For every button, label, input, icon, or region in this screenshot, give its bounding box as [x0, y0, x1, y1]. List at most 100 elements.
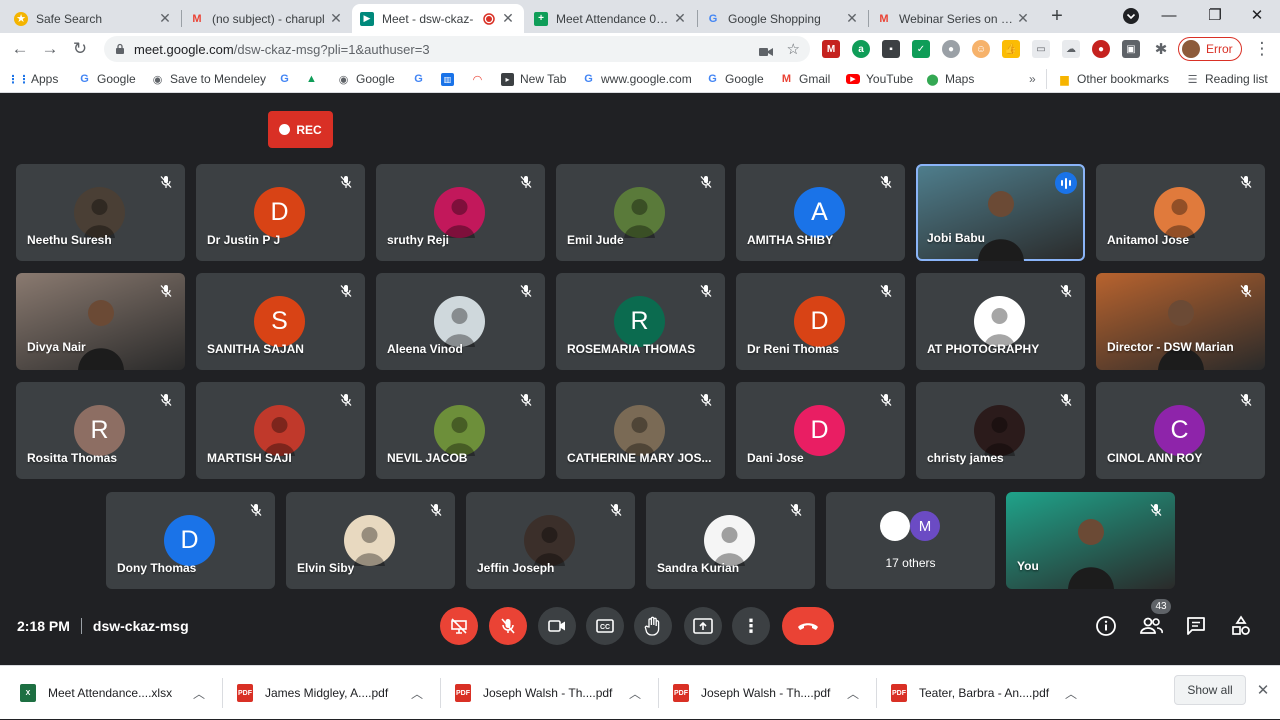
menu-button[interactable]: ⋮ — [1250, 37, 1274, 61]
participant-tile[interactable]: Jeffin Joseph — [466, 492, 635, 589]
bookmark-building[interactable]: ▥ — [441, 71, 460, 87]
more-bookmarks-button[interactable]: » — [1029, 71, 1036, 87]
window-extension-icon[interactable]: ▭ — [1032, 40, 1050, 58]
participant-tile[interactable]: You — [1006, 492, 1175, 589]
chevron-up-icon[interactable]: ︿ — [193, 685, 205, 702]
reading-list-button[interactable]: ☰ Reading list — [1186, 71, 1268, 87]
participant-tile[interactable]: R ROSEMARIA THOMAS — [556, 273, 725, 370]
back-button[interactable]: ← — [8, 37, 32, 61]
thumb-extension-icon[interactable]: 👍 — [1002, 40, 1020, 58]
participant-tile[interactable]: CATHERINE MARY JOS... — [556, 382, 725, 479]
participant-tile[interactable]: AT PHOTOGRAPHY — [916, 273, 1085, 370]
close-icon[interactable]: ✕ — [328, 10, 344, 27]
close-icon[interactable]: ✕ — [672, 10, 688, 27]
extensions-icon[interactable]: ✱ — [1152, 40, 1170, 58]
tab-meet[interactable]: ▶ Meet - dsw-ckaz- ✕ — [352, 4, 524, 33]
participant-tile[interactable]: D Dani Jose — [736, 382, 905, 479]
bookmark-google-globe[interactable]: ◉ Google — [337, 71, 395, 87]
restore-button[interactable]: ❐ — [1192, 0, 1238, 30]
participant-tile[interactable]: Anitamol Jose — [1096, 164, 1265, 261]
show-all-downloads-button[interactable]: Show all — [1174, 675, 1246, 705]
camera-icon[interactable] — [758, 44, 773, 56]
grammarly-extension-icon[interactable]: a — [852, 40, 870, 58]
bookmark-youtube[interactable]: ▶ YouTube — [846, 71, 913, 87]
activities-button[interactable] — [1227, 612, 1255, 640]
raise-hand-button[interactable] — [634, 607, 672, 645]
screen-extension-icon[interactable]: ▪ — [882, 40, 900, 58]
participant-tile[interactable]: D Dr Justin P J — [196, 164, 365, 261]
camera-toggle-button[interactable] — [538, 607, 576, 645]
participant-tile[interactable]: christy james — [916, 382, 1085, 479]
tab-safe-search[interactable]: ★ Safe Search ✕ — [6, 4, 181, 33]
profile-error-button[interactable]: Error — [1178, 37, 1242, 61]
chevron-up-icon[interactable]: ︿ — [629, 685, 641, 702]
close-icon[interactable]: ✕ — [500, 10, 516, 27]
other-bookmarks-folder[interactable]: ▆ Other bookmarks — [1058, 71, 1169, 87]
participant-tile[interactable]: Director - DSW Marian — [1096, 273, 1265, 370]
shield-extension-icon[interactable]: ● — [1092, 40, 1110, 58]
face-extension-icon[interactable]: ☺ — [972, 40, 990, 58]
github-extension-icon[interactable]: ● — [942, 40, 960, 58]
close-icon[interactable]: ✕ — [1015, 10, 1031, 27]
address-bar[interactable]: meet.google.com/dsw-ckaz-msg?pli=1&authu… — [104, 36, 810, 62]
bookmark-maps[interactable]: ⬤ Maps — [926, 71, 974, 87]
chevron-up-icon[interactable]: ︿ — [411, 685, 423, 702]
participant-tile[interactable]: sruthy Reji — [376, 164, 545, 261]
bookmark-google[interactable]: G Google — [78, 71, 135, 87]
participant-tile[interactable]: Jobi Babu — [916, 164, 1085, 261]
participant-tile[interactable]: NEVIL JACOB — [376, 382, 545, 479]
microphone-toggle-button[interactable] — [489, 607, 527, 645]
download-item-2[interactable]: PDF Joseph Walsh - Th....pdf ︿ — [455, 666, 641, 720]
bookmark-google-g2[interactable]: G — [412, 71, 431, 87]
participant-tile[interactable]: Sandra Kurian — [646, 492, 815, 589]
download-item-1[interactable]: PDF James Midgley, A....pdf ︿ — [237, 666, 423, 720]
people-button[interactable] — [1137, 612, 1165, 640]
participant-tile[interactable]: MARTISH SAJI — [196, 382, 365, 479]
participant-tile[interactable]: C CINOL ANN ROY — [1096, 382, 1265, 479]
minimize-button[interactable]: — — [1146, 0, 1192, 30]
tab-meet-attendance[interactable]: + Meet Attendance 04/2 ✕ — [526, 4, 696, 33]
close-download-shelf-button[interactable]: ✕ — [1251, 678, 1275, 702]
participant-tile[interactable]: D Dony Thomas — [106, 492, 275, 589]
recording-indicator[interactable]: REC — [268, 111, 333, 148]
no-presenter-button[interactable] — [440, 607, 478, 645]
participant-tile[interactable]: Aleena Vinod — [376, 273, 545, 370]
meeting-details-button[interactable] — [1092, 612, 1120, 640]
bookmark-drive[interactable]: ▲ — [305, 71, 324, 87]
participant-tile[interactable]: A AMITHA SHIBY — [736, 164, 905, 261]
others-tile[interactable]: M 17 others — [826, 492, 995, 589]
participant-tile[interactable]: Neethu Suresh — [16, 164, 185, 261]
participant-tile[interactable]: Divya Nair — [16, 273, 185, 370]
leave-call-button[interactable] — [782, 607, 834, 645]
close-icon[interactable]: ✕ — [157, 10, 173, 27]
more-options-button[interactable]: ⋮ — [732, 607, 770, 645]
bookmark-gmail[interactable]: M Gmail — [780, 71, 830, 87]
present-screen-button[interactable] — [684, 607, 722, 645]
puzzle-extension-icon[interactable]: ▣ — [1122, 40, 1140, 58]
download-item-0[interactable]: X Meet Attendance....xlsx ︿ — [20, 666, 205, 720]
participant-tile[interactable]: S SANITHA SAJAN — [196, 273, 365, 370]
bookmark-star-icon[interactable]: ☆ — [787, 40, 800, 58]
captions-button[interactable]: CC — [586, 607, 624, 645]
close-window-button[interactable]: ✕ — [1234, 0, 1280, 30]
chevron-up-icon[interactable]: ︿ — [1065, 685, 1077, 702]
download-item-4[interactable]: PDF Teater, Barbra - An....pdf ︿ — [891, 666, 1077, 720]
tab-gmail-no-subject[interactable]: M (no subject) - charupl ✕ — [182, 4, 352, 33]
tab-webinar-series[interactable]: M Webinar Series on pro ✕ — [869, 4, 1039, 33]
chat-button[interactable] — [1182, 612, 1210, 640]
chevron-up-icon[interactable]: ︿ — [847, 685, 859, 702]
participant-tile[interactable]: D Dr Reni Thomas — [736, 273, 905, 370]
bookmark-www-google[interactable]: Gwww.google.com — [582, 71, 692, 87]
download-item-3[interactable]: PDF Joseph Walsh - Th....pdf ︿ — [673, 666, 859, 720]
bookmark-rainbow[interactable]: ◠ — [471, 71, 490, 87]
reload-button[interactable]: ↻ — [68, 37, 92, 61]
bookmark-apps[interactable]: ⋮⋮ Apps — [8, 71, 59, 87]
bookmark-google-3[interactable]: G Google — [706, 71, 763, 87]
bookmark-google-g[interactable]: G — [278, 71, 297, 87]
participant-tile[interactable]: R Rositta Thomas — [16, 382, 185, 479]
bookmark-mendeley[interactable]: ◉ Save to Mendeley — [151, 71, 266, 87]
tab-search-button[interactable] — [1119, 4, 1143, 28]
new-tab-button[interactable]: + — [1045, 4, 1069, 28]
check-extension-icon[interactable]: ✓ — [912, 40, 930, 58]
forward-button[interactable]: → — [38, 37, 62, 61]
